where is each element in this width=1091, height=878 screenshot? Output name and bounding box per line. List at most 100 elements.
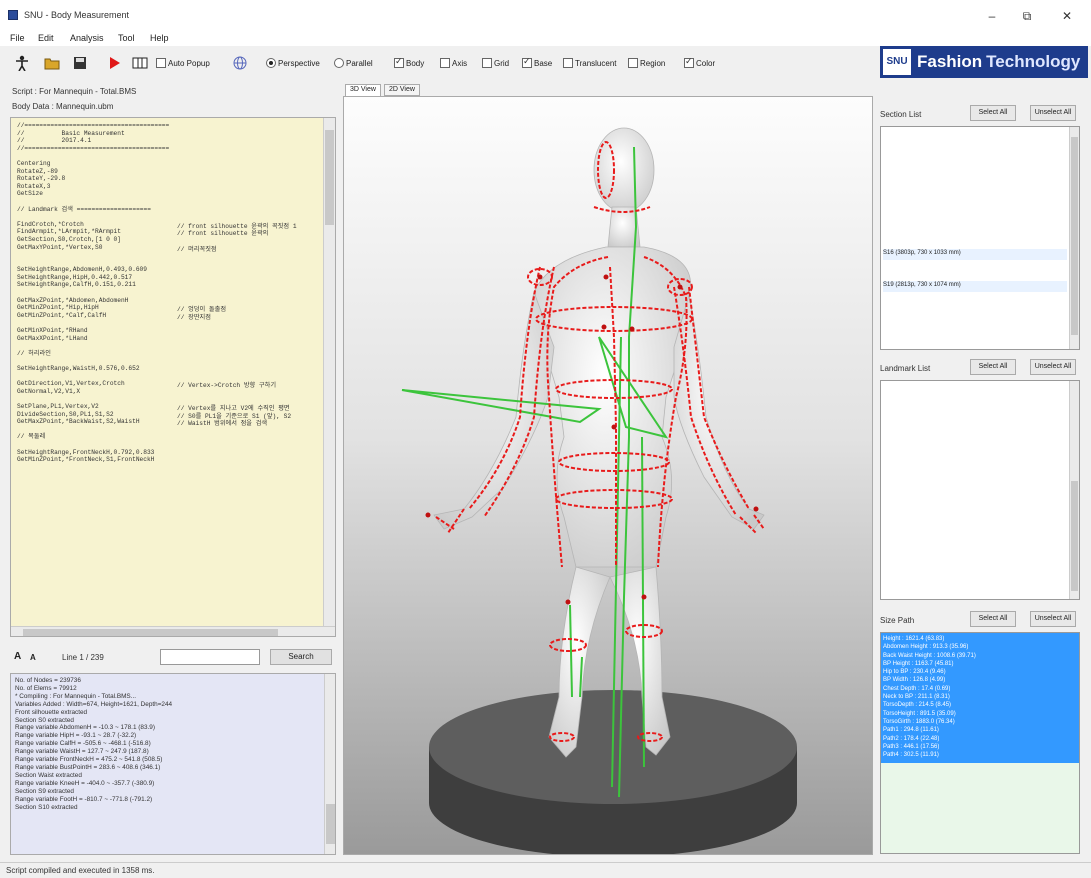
- output-vscroll-thumb[interactable]: [326, 804, 335, 844]
- section-item[interactable]: S1 (379p, 140 x 388 mm): [883, 140, 1067, 151]
- sphere-icon[interactable]: [232, 55, 248, 71]
- size-path-item[interactable]: TorsoHeight : 891.5 (35.09): [883, 710, 1067, 718]
- size-path-item[interactable]: Path4 : 302.5 (11.91): [883, 751, 1067, 759]
- section-item[interactable]: S22 (532p, 253 x 464 mm): [883, 325, 1067, 336]
- landmark-item[interactable]: LFrontArmpit : (168, 403, 28): [883, 530, 1067, 541]
- tab-2d-view[interactable]: 2D View: [384, 84, 420, 96]
- landmark-item[interactable]: LInferiorLeg : (140, -685, -27): [883, 462, 1067, 473]
- section-item[interactable]: S16 (3803p, 730 x 1033 mm): [883, 248, 1067, 260]
- mannequin-render[interactable]: [344, 97, 873, 855]
- landmark-item[interactable]: FrontWaist : (-8, 187, 119): [883, 406, 1067, 417]
- base-checkbox[interactable]: Base: [522, 56, 552, 69]
- landmark-item[interactable]: LeftKnee : (107, -381, 38): [883, 428, 1067, 439]
- section-item[interactable]: S2 (306p, 95 x 388 mm): [883, 151, 1067, 162]
- open-folder-icon[interactable]: [44, 55, 60, 71]
- landmark-item[interactable]: RightKnee : (-121, -382, 32): [883, 417, 1067, 428]
- editor-vscroll-thumb[interactable]: [325, 130, 334, 225]
- landmark-list[interactable]: RightHand : (-332, 167, 39) LeftHand : (3…: [880, 380, 1080, 600]
- menu-tool[interactable]: Tool: [118, 33, 135, 43]
- save-icon[interactable]: [72, 55, 88, 71]
- landmark-vscroll-thumb[interactable]: [1071, 481, 1078, 591]
- restore-button[interactable]: ⧉: [1010, 6, 1044, 26]
- panel-icon[interactable]: [132, 55, 148, 71]
- minimize-button[interactable]: –: [975, 6, 1009, 26]
- output-console[interactable]: No. of Nodes = 239736 No. of Elems = 7991…: [10, 673, 336, 855]
- size-path-item[interactable]: Path2 : 178.4 (22.48): [883, 735, 1067, 743]
- run-icon[interactable]: [106, 55, 122, 71]
- landmark-item[interactable]: LBackArmpit : (164, 427, -63): [883, 541, 1067, 552]
- menu-edit[interactable]: Edit: [38, 33, 54, 43]
- parallel-radio[interactable]: Parallel: [334, 57, 373, 69]
- section-item[interactable]: S15 (1554p, 672 x 298 mm): [883, 238, 1067, 249]
- font-decrease-button[interactable]: A: [30, 653, 36, 662]
- region-box[interactable]: [628, 58, 638, 68]
- color-checkbox[interactable]: Color: [684, 56, 715, 69]
- parallel-radio-dot[interactable]: [334, 58, 344, 68]
- region-checkbox[interactable]: Region: [628, 57, 665, 69]
- section-unselect-all-button[interactable]: Unselect All: [1030, 105, 1076, 121]
- section-item[interactable]: Knee (185p, 79 x 93 mm): [883, 336, 1067, 347]
- color-box[interactable]: [684, 56, 694, 68]
- section-list[interactable]: S0 (1414p, 114 x 853 mm) S1 (379p, 140 x …: [880, 126, 1080, 350]
- size-unselect-all-button[interactable]: Unselect All: [1030, 611, 1076, 627]
- body-box[interactable]: [394, 56, 404, 68]
- section-item[interactable]: S18 (388p, 459 x 888 mm): [883, 271, 1067, 282]
- close-button[interactable]: ✕: [1050, 6, 1084, 26]
- axis-box[interactable]: [440, 58, 450, 68]
- size-path-item[interactable]: Path3 : 446.1 (17.56): [883, 743, 1067, 751]
- size-path-item[interactable]: TorsoDepth : 214.5 (8.45): [883, 701, 1067, 709]
- section-item[interactable]: S17 (183p, 95 x 122 mm): [883, 260, 1067, 271]
- size-path-item[interactable]: BP Width : 126.8 (4.99): [883, 676, 1067, 684]
- font-increase-button[interactable]: A: [14, 651, 21, 662]
- landmark-item[interactable]: LLateralShoulder : (172, 501, -18): [883, 507, 1067, 518]
- section-vscrollbar[interactable]: [1069, 127, 1079, 349]
- landmark-item[interactable]: LeftHand : (333, 167, 39): [883, 394, 1067, 405]
- section-item[interactable]: S14 (168p, 99 x 119 mm): [883, 227, 1067, 238]
- section-item[interactable]: S0 (1414p, 114 x 853 mm): [883, 129, 1067, 140]
- section-item[interactable]: Waist (603p, 223 x 154 mm): [883, 162, 1067, 173]
- landmark-item[interactable]: RightSideNeck : (-64, 546, -29): [883, 473, 1067, 484]
- landmark-item[interactable]: RThumb : (-335, -168, 23): [883, 564, 1067, 575]
- translucent-box[interactable]: [563, 58, 573, 68]
- size-path-item[interactable]: Back Waist Height : 1008.6 (39.71): [883, 652, 1067, 660]
- section-item[interactable]: S13 (162p, 107 x 131 mm): [883, 216, 1067, 227]
- editor-hscroll-thumb[interactable]: [23, 629, 278, 636]
- body-icon[interactable]: [14, 55, 30, 71]
- menu-help[interactable]: Help: [150, 33, 169, 43]
- size-path-item[interactable]: BP Height : 1163.7 (45.81): [883, 660, 1067, 668]
- body-checkbox[interactable]: Body: [394, 56, 424, 69]
- size-path-list[interactable]: Height : 1621.4 (63.83) Abdomen Height : …: [880, 632, 1080, 854]
- section-item[interactable]: Sh (321p, 103 x 138 mm): [883, 303, 1067, 314]
- landmark-unselect-all-button[interactable]: Unselect All: [1030, 359, 1076, 375]
- base-box[interactable]: [522, 56, 532, 68]
- perspective-radio-dot[interactable]: [266, 58, 276, 68]
- size-select-all-button[interactable]: Select All: [970, 611, 1016, 627]
- grid-checkbox[interactable]: Grid: [482, 57, 509, 69]
- landmark-item[interactable]: RFrontArmpit : (-168, 408, 31): [883, 519, 1067, 530]
- landmark-item[interactable]: RightHand : (-332, 167, 39): [883, 383, 1067, 394]
- size-path-item[interactable]: Chest Depth : 17.4 (0.69): [883, 685, 1067, 693]
- section-item[interactable]: S9 (961p, 116 x 101 mm): [883, 173, 1067, 184]
- script-editor[interactable]: //======================================…: [10, 117, 336, 637]
- axis-checkbox[interactable]: Axis: [440, 57, 467, 69]
- 3d-viewport[interactable]: [343, 96, 873, 855]
- section-vscroll-thumb[interactable]: [1071, 137, 1078, 335]
- size-path-item[interactable]: Hip to BP : 230.4 (9.46): [883, 668, 1067, 676]
- auto-popup-checkbox[interactable]: Auto Popup: [156, 57, 210, 69]
- output-vscrollbar[interactable]: [324, 674, 335, 854]
- size-path-item[interactable]: Neck to BP : 211.1 (8.31): [883, 693, 1067, 701]
- grid-box[interactable]: [482, 58, 492, 68]
- size-path-item[interactable]: Abdomen Height : 913.3 (35.96): [883, 643, 1067, 651]
- section-item[interactable]: S20 (175p, 94 x 112 mm): [883, 292, 1067, 303]
- search-input[interactable]: [160, 649, 260, 665]
- landmark-item[interactable]: RInferiorLeg : (-161, -678, -30): [883, 451, 1067, 462]
- landmark-item[interactable]: RMiddleDistal : (-356, 0, 31): [883, 575, 1067, 586]
- editor-hscrollbar[interactable]: [11, 626, 335, 636]
- search-button[interactable]: Search: [270, 649, 332, 665]
- size-path-item[interactable]: Height : 1621.4 (63.83): [883, 635, 1067, 643]
- section-item[interactable]: S12 (168p, 101 x 128 mm): [883, 205, 1067, 216]
- menu-analysis[interactable]: Analysis: [70, 33, 104, 43]
- landmark-item[interactable]: RLateralShoulder : (-176, 497, -16): [883, 496, 1067, 507]
- perspective-radio[interactable]: Perspective: [266, 57, 320, 69]
- landmark-item[interactable]: UnderBust : (-86, 301, 111): [883, 439, 1067, 450]
